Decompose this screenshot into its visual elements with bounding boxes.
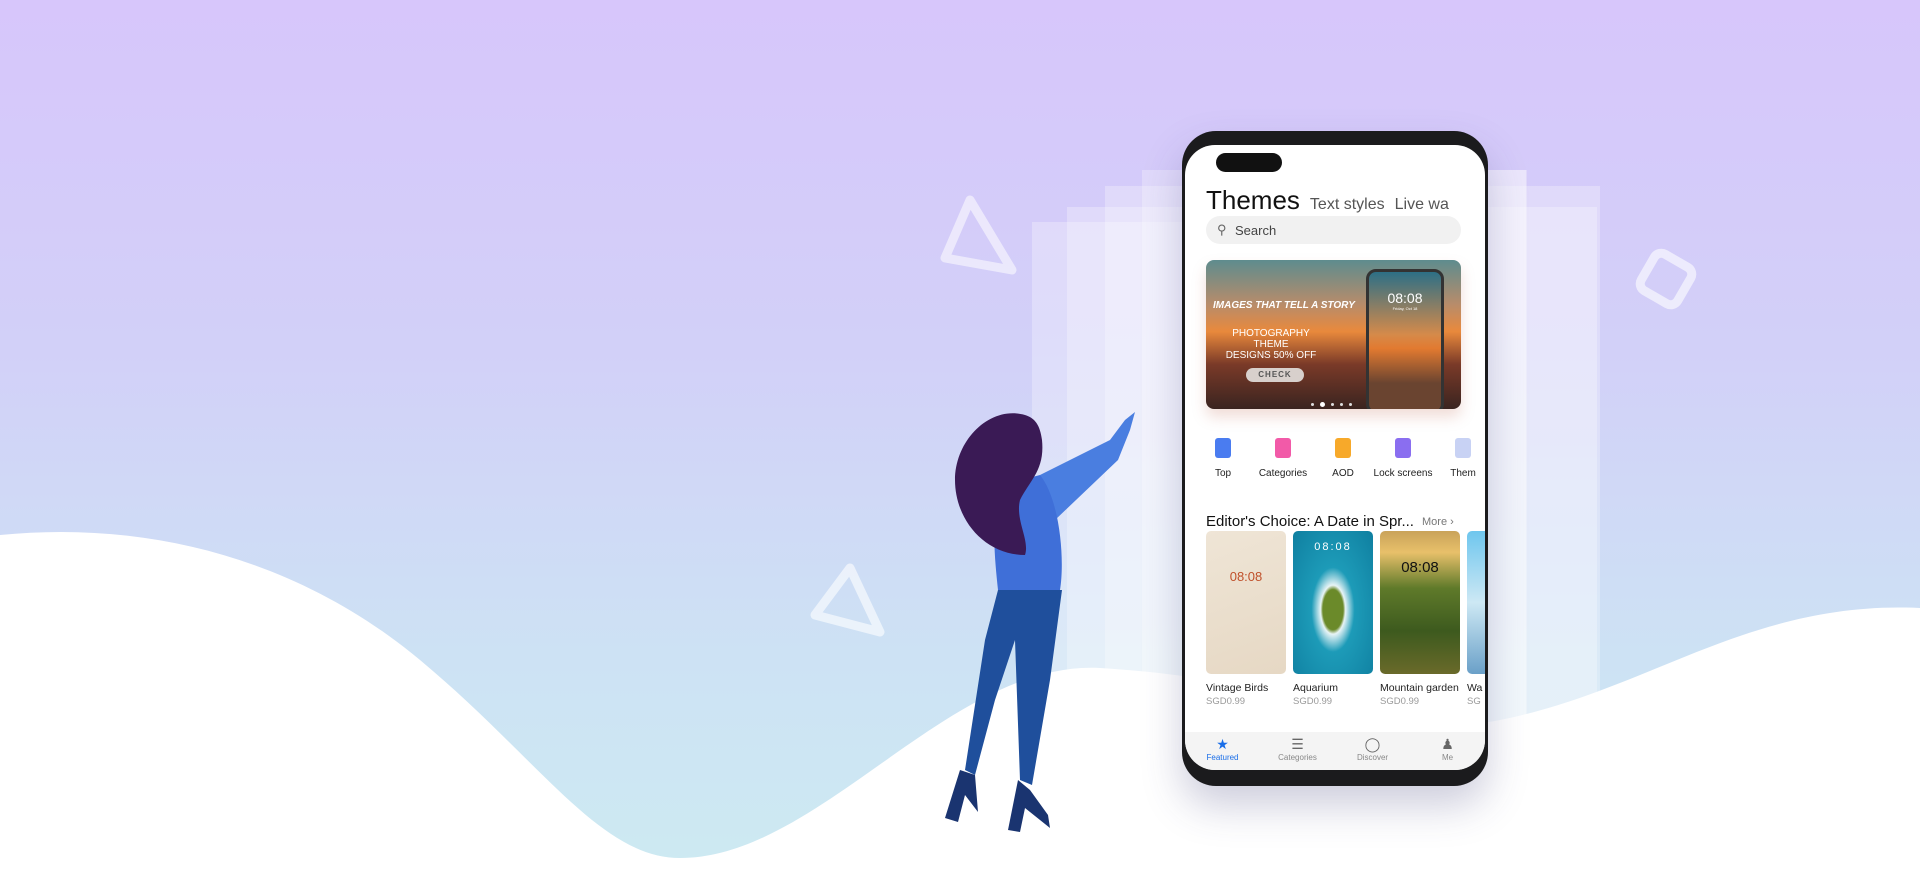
triangle-decoration	[810, 563, 885, 637]
aod-icon	[1335, 438, 1351, 458]
person-icon: ♟	[1441, 736, 1454, 752]
background-wave	[0, 195, 1920, 874]
shortcut-categories[interactable]: Categories	[1253, 438, 1313, 480]
theme-thumbnail: 08:08	[1293, 531, 1373, 674]
search-icon: ⚲	[1217, 222, 1227, 237]
shortcut-label: Categories	[1258, 468, 1308, 479]
carousel-dots[interactable]	[1311, 402, 1352, 407]
chart-icon	[1215, 438, 1231, 458]
shortcut-label: Lock screens	[1373, 468, 1433, 479]
phone-screen: Themes Text styles Live wa ⚲ Search IMAGES …	[1185, 145, 1485, 770]
camera-cutout	[1216, 153, 1282, 172]
search-placeholder: Search	[1235, 223, 1277, 238]
theme-price: SGD0.99	[1380, 696, 1420, 707]
shortcut-top[interactable]: Top	[1193, 438, 1253, 480]
star-bookmark-icon: ★	[1216, 736, 1229, 752]
bottom-nav: ★ Featured ☰ Categories ◯ Discover ♟ Me	[1185, 732, 1485, 770]
nav-label: Featured	[1206, 753, 1239, 762]
theme-name: Aquarium	[1293, 682, 1338, 694]
theme-card[interactable]: 08:08 Vintage Birds SGD0.99	[1206, 531, 1286, 707]
shortcut-label: AOD	[1332, 468, 1354, 479]
more-link[interactable]: More ›	[1422, 516, 1454, 528]
tab-live-wallpapers[interactable]: Live wa	[1395, 196, 1449, 213]
top-tabs: Themes Text styles Live wa	[1206, 185, 1466, 216]
nav-featured[interactable]: ★ Featured	[1185, 732, 1260, 770]
theme-price: SGD0.99	[1206, 696, 1246, 707]
promo-banner[interactable]: IMAGES THAT TELL A STORY PHOTOGRAPHY THE…	[1206, 260, 1461, 409]
theme-thumbnail	[1467, 531, 1485, 674]
theme-card[interactable]: Wa SG	[1467, 531, 1485, 707]
tab-text-styles[interactable]: Text styles	[1310, 196, 1385, 213]
nav-me[interactable]: ♟ Me	[1410, 732, 1485, 770]
chevron-right-icon: ›	[1450, 516, 1454, 528]
banner-phone-image: 08:08 Friday, Oct 18	[1366, 269, 1444, 409]
search-input[interactable]: ⚲ Search	[1206, 216, 1461, 244]
theme-name: Mountain garden	[1380, 682, 1459, 694]
tab-themes[interactable]: Themes	[1206, 185, 1300, 215]
theme-cards: 08:08 Vintage Birds SGD0.99 08:08 Aquarium S…	[1206, 531, 1485, 707]
theme-name: Vintage Birds	[1206, 682, 1269, 694]
banner-subline-1: PHOTOGRAPHY THEME	[1232, 328, 1310, 350]
shortcut-row: Top Categories AOD Lock screens Them	[1193, 438, 1485, 480]
shortcut-themes[interactable]: Them	[1433, 438, 1485, 480]
nav-label: Categories	[1278, 753, 1317, 762]
nav-categories[interactable]: ☰ Categories	[1260, 732, 1335, 770]
shortcut-label: Top	[1214, 468, 1232, 479]
heart-card-icon	[1275, 438, 1291, 458]
banner-subline-2: DESIGNS 50% OFF	[1225, 350, 1317, 361]
shortcut-lock-screens[interactable]: Lock screens	[1373, 438, 1433, 480]
thumbnail-clock: 08:08	[1229, 569, 1263, 584]
more-label: More	[1422, 516, 1448, 528]
dot-active[interactable]	[1320, 402, 1325, 407]
dot[interactable]	[1331, 403, 1334, 406]
thumbnail-clock: 08:08	[1314, 541, 1352, 553]
theme-name: Wa	[1467, 682, 1483, 694]
banner-clock: 08:08	[1387, 290, 1423, 306]
lock-icon	[1395, 438, 1411, 458]
dot[interactable]	[1349, 403, 1352, 406]
phone-mockup: Themes Text styles Live wa ⚲ Search IMAGES …	[1182, 131, 1488, 786]
planet-icon: ◯	[1364, 736, 1381, 752]
theme-thumbnail: 08:08	[1380, 531, 1460, 674]
dot[interactable]	[1311, 403, 1314, 406]
theme-card[interactable]: 08:08 Mountain garden SGD0.99	[1380, 531, 1460, 707]
nav-discover[interactable]: ◯ Discover	[1335, 732, 1410, 770]
square-decoration	[1635, 248, 1697, 310]
banner-subline: PHOTOGRAPHY THEME DESIGNS 50% OFF	[1216, 328, 1326, 361]
nav-label: Discover	[1356, 753, 1389, 762]
theme-icon	[1455, 438, 1471, 458]
dot[interactable]	[1340, 403, 1343, 406]
list-icon: ☰	[1291, 736, 1304, 752]
theme-thumbnail: 08:08	[1206, 531, 1286, 674]
banner-headline: IMAGES THAT TELL A STORY	[1213, 300, 1355, 311]
triangle-decoration	[940, 195, 1017, 275]
nav-label: Me	[1441, 753, 1454, 762]
theme-price: SGD0.99	[1293, 696, 1333, 707]
check-button[interactable]: CHECK	[1246, 368, 1304, 382]
section-title: Editor's Choice: A Date in Spr...	[1206, 513, 1414, 530]
thumbnail-clock: 08:08	[1401, 559, 1439, 576]
theme-card[interactable]: 08:08 Aquarium SGD0.99	[1293, 531, 1373, 707]
banner-date: Friday, Oct 18	[1392, 306, 1418, 311]
shortcut-aod[interactable]: AOD	[1313, 438, 1373, 480]
shortcut-label: Them	[1450, 468, 1476, 479]
theme-price: SG	[1467, 696, 1481, 707]
